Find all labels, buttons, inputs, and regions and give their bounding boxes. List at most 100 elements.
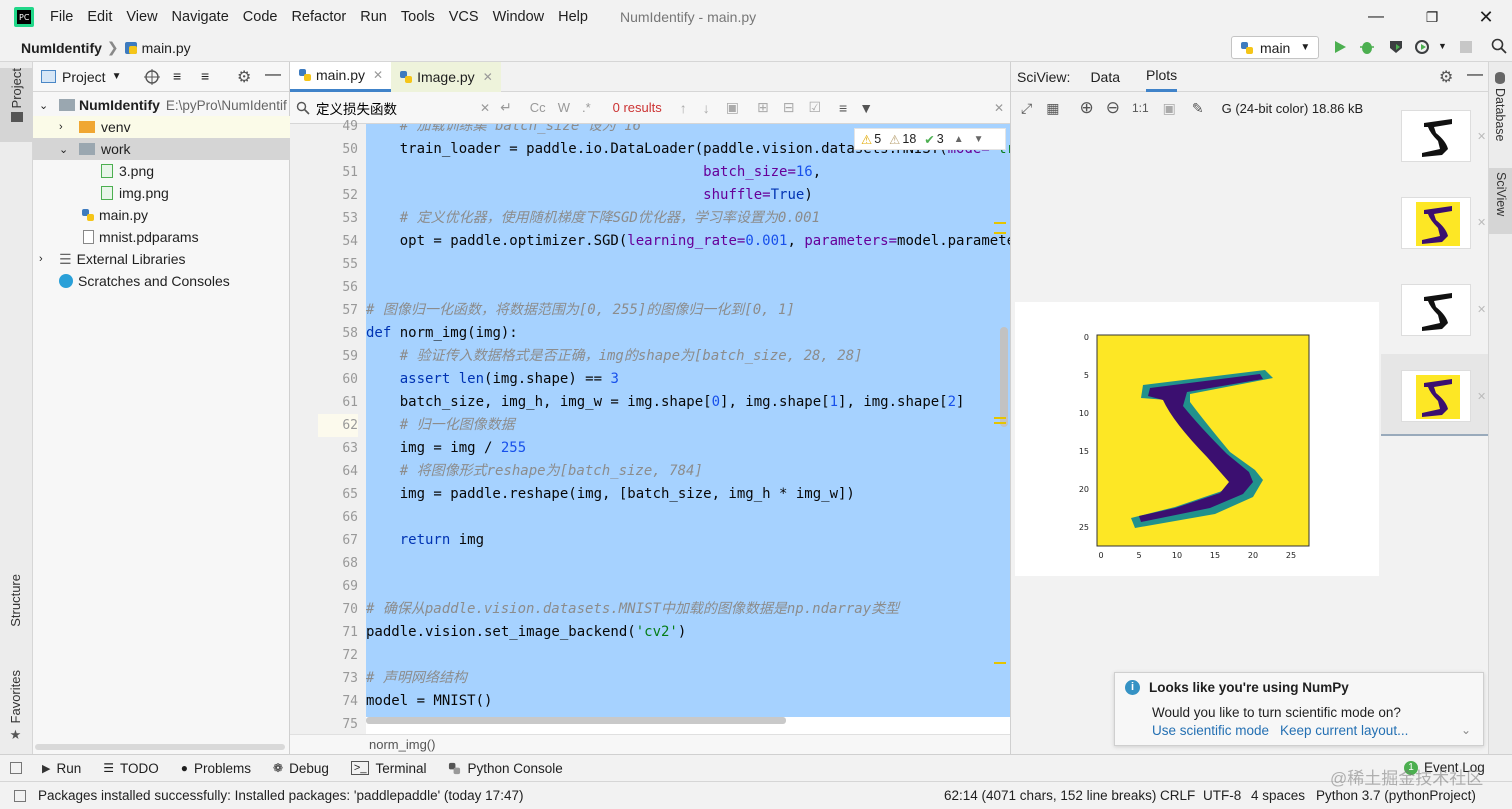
tree-item-3png[interactable]: 3.png	[33, 160, 290, 182]
toolwindow-debug[interactable]: ❁ Debug	[273, 761, 329, 776]
toolwindow-problems[interactable]: ● Problems	[181, 761, 251, 776]
tree-item-external-libraries[interactable]: › ☰ External Libraries	[33, 248, 290, 270]
menu-tools[interactable]: Tools	[401, 9, 435, 25]
tree-item-root[interactable]: ⌄ NumIdentify E:\pyPro\NumIdentif	[33, 94, 290, 116]
regex-toggle[interactable]: .*	[582, 100, 591, 115]
expand-all-icon[interactable]: ≡	[173, 68, 181, 84]
color-picker-icon[interactable]: ✎	[1192, 100, 1204, 117]
tab-data[interactable]: Data	[1090, 69, 1120, 85]
close-tab-icon[interactable]: ✕	[483, 70, 493, 84]
keep-current-layout-link[interactable]: Keep current layout...	[1280, 723, 1408, 738]
toggle-panels-icon[interactable]	[10, 762, 22, 774]
stop-icon[interactable]	[1460, 41, 1472, 53]
horizontal-scrollbar[interactable]	[366, 717, 786, 724]
tab-plots[interactable]: Plots	[1146, 61, 1178, 92]
sciview-toolwindow-button[interactable]: SciView	[1489, 168, 1512, 234]
menu-file[interactable]: File	[50, 9, 73, 25]
run-config-selector[interactable]: main ▼	[1231, 36, 1319, 59]
menu-window[interactable]: Window	[493, 9, 545, 25]
actual-size-button[interactable]: 1:1	[1132, 101, 1149, 115]
tree-item-mainpy[interactable]: main.py	[33, 204, 290, 226]
file-encoding[interactable]: UTF-8	[1203, 788, 1241, 803]
tree-item-pdparams[interactable]: mnist.pdparams	[33, 226, 290, 248]
menu-view[interactable]: View	[126, 9, 157, 25]
tree-item-work[interactable]: ⌄ work	[33, 138, 290, 160]
gear-icon[interactable]: ⚙	[237, 67, 251, 87]
thumbnail-plot-2[interactable]	[1401, 197, 1471, 249]
filter-options-icon[interactable]: ≡	[839, 100, 847, 116]
close-thumbnail-icon[interactable]: ✕	[1477, 303, 1486, 316]
next-highlight-icon[interactable]: ▼	[974, 134, 984, 145]
nav-project[interactable]: NumIdentify	[21, 40, 102, 56]
filter-icon[interactable]: ▼	[859, 100, 873, 116]
select-all-in-file-icon[interactable]: ☑	[808, 99, 821, 116]
tree-item-imgpng[interactable]: img.png	[33, 182, 290, 204]
menu-refactor[interactable]: Refactor	[291, 9, 346, 25]
gear-icon[interactable]: ⚙	[1439, 67, 1453, 87]
match-case-toggle[interactable]: Cc	[530, 100, 546, 115]
locate-icon[interactable]	[144, 69, 160, 85]
thumbnail-plot-4-selected[interactable]: ✕	[1381, 354, 1489, 436]
toolwindow-terminal[interactable]: >_ Terminal	[350, 761, 426, 776]
toolwindow-todo[interactable]: ☰ TODO	[103, 761, 159, 776]
find-input[interactable]	[316, 99, 476, 116]
structure-toolwindow-button[interactable]: Structure	[8, 574, 23, 627]
search-everywhere-icon[interactable]	[1491, 38, 1507, 54]
profile-dropdown-icon[interactable]: ▼	[1438, 41, 1447, 51]
hide-panel-icon[interactable]: —	[265, 66, 281, 84]
tree-item-venv[interactable]: › venv	[33, 116, 290, 138]
favorites-toolwindow-button[interactable]: Favorites ★	[8, 670, 23, 743]
thumbnail-plot-3[interactable]	[1401, 284, 1471, 336]
coverage-icon[interactable]	[1388, 39, 1404, 55]
menu-navigate[interactable]: Navigate	[172, 9, 229, 25]
next-occurrence-icon[interactable]: ↓	[703, 100, 710, 116]
nav-file[interactable]: main.py	[142, 40, 191, 56]
tab-image-py[interactable]: Image.py ✕	[391, 61, 501, 92]
code-area[interactable]: # 加载训练集 batch_size 设为 16 train_loader = …	[366, 124, 1010, 734]
select-all-occurrences-icon[interactable]: ▣	[726, 99, 739, 116]
debug-icon[interactable]	[1359, 39, 1375, 55]
caret-position[interactable]: 62:14 (4071 chars, 152 line breaks)	[944, 788, 1156, 803]
tree-item-scratches[interactable]: Scratches and Consoles	[33, 270, 290, 292]
zoom-in-icon[interactable]: ⊕	[1079, 98, 1093, 118]
previous-highlight-icon[interactable]: ▲	[954, 134, 964, 145]
editor-breadcrumb[interactable]: norm_img()	[290, 734, 1010, 754]
close-thumbnail-icon[interactable]: ✕	[1477, 130, 1486, 143]
dropdown-arrow-icon[interactable]: ▼	[112, 71, 122, 82]
line-separator[interactable]: CRLF	[1160, 788, 1195, 803]
fit-to-window-icon[interactable]: ⤢	[1021, 100, 1032, 117]
menu-help[interactable]: Help	[558, 9, 588, 25]
background-icon[interactable]: ▣	[1163, 100, 1176, 117]
new-line-icon[interactable]: ↵	[500, 99, 512, 116]
status-panel-icon[interactable]	[14, 789, 26, 802]
menu-code[interactable]: Code	[243, 9, 278, 25]
horizontal-scrollbar[interactable]	[35, 744, 285, 750]
close-window-button[interactable]: ✕	[1460, 7, 1512, 28]
tab-main-py[interactable]: main.py ✕	[290, 61, 392, 92]
collapse-all-icon[interactable]: ≡	[201, 68, 209, 84]
project-view-selector[interactable]: Project	[62, 69, 106, 85]
clear-search-icon[interactable]: ✕	[480, 101, 490, 115]
toolwindow-run[interactable]: ▶ Run	[42, 761, 81, 776]
whole-word-toggle[interactable]: W	[558, 100, 570, 115]
restore-button[interactable]: ❐	[1404, 9, 1460, 26]
use-scientific-mode-link[interactable]: Use scientific mode	[1152, 723, 1269, 738]
add-selection-icon[interactable]: ⊞	[757, 99, 769, 116]
inspection-widget[interactable]: ⚠ 5 ⚠ 18 ✔ 3 ▲ ▼	[854, 128, 1006, 150]
close-tab-icon[interactable]: ✕	[373, 68, 383, 82]
close-thumbnail-icon[interactable]: ✕	[1477, 216, 1486, 229]
expand-notification-icon[interactable]: ⌄	[1461, 723, 1471, 737]
status-message[interactable]: Packages installed successfully: Install…	[38, 788, 523, 803]
zoom-out-icon[interactable]: ⊖	[1106, 98, 1120, 118]
grid-icon[interactable]: ▦	[1046, 100, 1059, 117]
run-icon[interactable]	[1332, 39, 1348, 55]
previous-occurrence-icon[interactable]: ↑	[680, 100, 687, 116]
database-toolwindow-button[interactable]: Database	[1493, 72, 1507, 142]
profile-icon[interactable]	[1414, 39, 1430, 55]
thumbnail-plot-1[interactable]	[1401, 110, 1471, 162]
indent-setting[interactable]: 4 spaces	[1251, 788, 1305, 803]
hide-panel-icon[interactable]: —	[1467, 66, 1483, 84]
menu-edit[interactable]: Edit	[87, 9, 112, 25]
project-toolwindow-button[interactable]: Project	[0, 68, 33, 142]
remove-selection-icon[interactable]: ⊟	[783, 99, 795, 116]
